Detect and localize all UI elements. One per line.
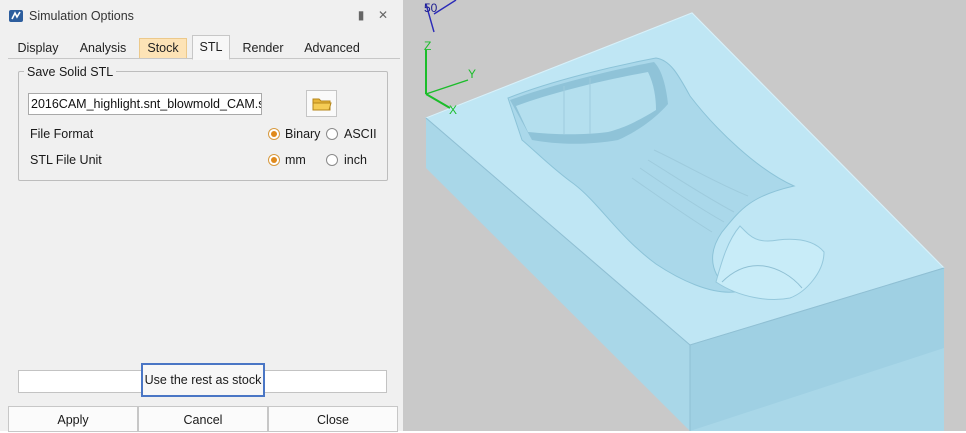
axis-x-label: X (449, 103, 457, 117)
tab-stock[interactable]: Stock (139, 38, 187, 58)
simulation-options-panel: Simulation Options ▮ ✕ Display Analysis … (0, 0, 404, 432)
simulation-viewport[interactable]: 50 Z Y X (404, 0, 966, 431)
binary-radio[interactable] (268, 128, 280, 140)
use-rest-as-stock-button[interactable]: Use the rest as stock (141, 363, 265, 397)
tab-display[interactable]: Display (10, 39, 66, 58)
apply-button[interactable]: Apply (8, 406, 138, 432)
inch-radio[interactable] (326, 154, 338, 166)
stock-model-view: 50 Z Y X (424, 0, 945, 431)
pin-icon[interactable]: ▮ (354, 8, 368, 22)
binary-label: Binary (285, 127, 321, 141)
axis-z-label: Z (424, 39, 431, 53)
simulation-app-icon (9, 10, 23, 22)
ascii-radio[interactable] (326, 128, 338, 140)
group-title: Save Solid STL (24, 65, 117, 79)
ascii-label: ASCII (344, 127, 377, 141)
mm-label: mm (285, 153, 306, 167)
tab-analysis[interactable]: Analysis (74, 39, 132, 58)
file-format-label: File Format (30, 127, 94, 141)
close-button[interactable]: Close (268, 406, 398, 432)
close-icon[interactable]: ✕ (376, 8, 390, 22)
inch-label: inch (344, 153, 367, 167)
stl-file-unit-label: STL File Unit (30, 153, 102, 167)
tab-advanced[interactable]: Advanced (299, 39, 365, 58)
title-bar: Simulation Options ▮ ✕ (0, 0, 404, 32)
mm-radio[interactable] (268, 154, 280, 166)
cancel-button[interactable]: Cancel (138, 406, 268, 432)
window-title: Simulation Options (29, 9, 134, 23)
stl-file-path-input[interactable]: 2016CAM_highlight.snt_blowmold_CAM.stl (28, 93, 262, 115)
ruler: 50 (424, 0, 457, 33)
folder-icon (312, 98, 332, 111)
ruler-value: 50 (424, 1, 438, 15)
axis-y-label: Y (468, 67, 476, 81)
tab-stl[interactable]: STL (192, 35, 230, 60)
tab-render[interactable]: Render (237, 39, 289, 58)
browse-button[interactable] (306, 90, 337, 117)
tab-bar: Display Analysis Stock STL Render Advanc… (8, 35, 400, 60)
